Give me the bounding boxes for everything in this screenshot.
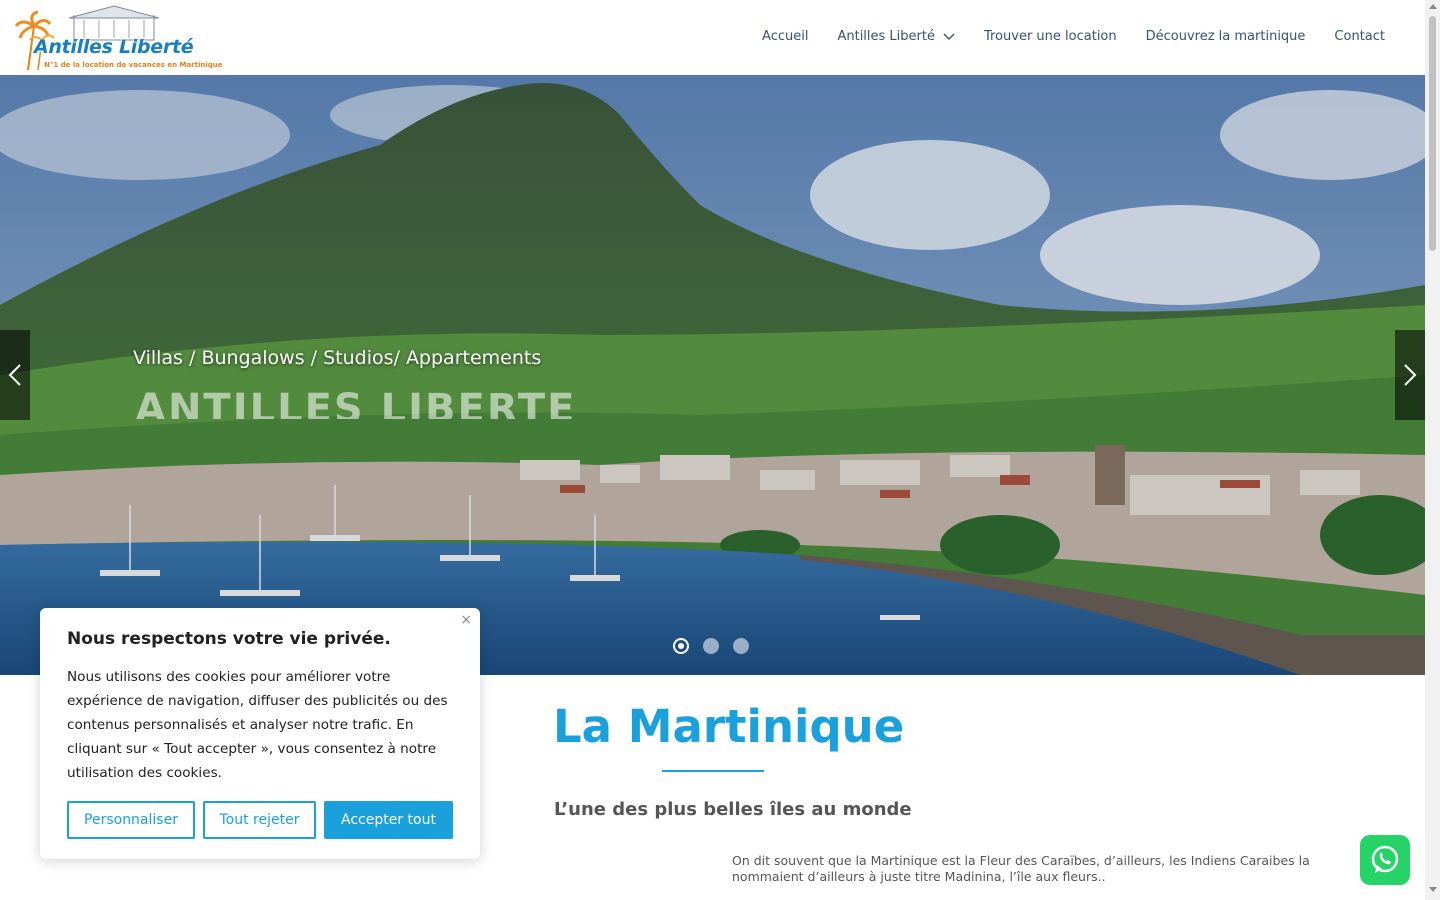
scroll-up-arrow-icon[interactable] — [1429, 4, 1437, 9]
customize-button[interactable]: Personnaliser — [67, 801, 195, 839]
site-header: Antilles Liberté N°1 de la location de v… — [0, 0, 1425, 75]
scroll-thumb[interactable] — [1429, 16, 1436, 251]
nav-item-decouvrez[interactable]: Découvrez la martinique — [1146, 29, 1306, 44]
hero-overlay — [0, 75, 1425, 675]
accept-all-button[interactable]: Accepter tout — [324, 801, 453, 839]
slider-dot-1[interactable] — [673, 638, 689, 654]
nav-item-accueil[interactable]: Accueil — [762, 29, 808, 44]
main-nav: Accueil Antilles Liberté Trouver une loc… — [733, 29, 1385, 44]
chevron-left-icon — [8, 364, 21, 386]
chevron-right-icon — [1404, 364, 1417, 386]
page-scrollbar[interactable] — [1425, 0, 1440, 900]
cookie-title: Nous respectons votre vie privée. — [67, 629, 391, 649]
slider-dots — [673, 638, 763, 654]
site-logo[interactable]: Antilles Liberté N°1 de la location de v… — [14, 4, 223, 72]
scroll-down-arrow-icon[interactable] — [1429, 887, 1437, 892]
section-subtitle: L’une des plus belles îles au monde — [554, 799, 912, 820]
hero-subtitle: Villas / Bungalows / Studios/ Appartemen… — [133, 347, 542, 369]
whatsapp-button[interactable] — [1360, 835, 1410, 885]
slider-dot-3[interactable] — [733, 638, 749, 654]
whatsapp-icon — [1371, 845, 1399, 873]
hero-slider: Villas / Bungalows / Studios/ Appartemen… — [0, 75, 1425, 675]
nav-item-antilles-liberte[interactable]: Antilles Liberté — [837, 29, 955, 44]
chevron-down-icon — [943, 33, 955, 40]
nav-item-contact[interactable]: Contact — [1334, 29, 1385, 44]
cookie-consent-banner: × Nous respectons votre vie privée. Nous… — [40, 608, 480, 859]
slider-next-button[interactable] — [1395, 330, 1425, 420]
section-body: On dit souvent que la Martinique est la … — [732, 853, 1310, 884]
reject-all-button[interactable]: Tout rejeter — [203, 801, 316, 839]
title-divider — [662, 770, 764, 772]
nav-item-label: Antilles Liberté — [837, 29, 935, 44]
slider-dot-2[interactable] — [703, 638, 719, 654]
close-icon[interactable]: × — [460, 612, 472, 628]
hero-title: ANTILLES LIBERTE — [135, 386, 577, 419]
logo-text: Antilles Liberté — [34, 36, 194, 58]
nav-item-trouver-location[interactable]: Trouver une location — [984, 29, 1117, 44]
cookie-text: Nous utilisons des cookies pour améliore… — [67, 669, 448, 781]
section-title: La Martinique — [553, 700, 905, 753]
slider-prev-button[interactable] — [0, 330, 30, 420]
logo-tagline: N°1 de la location de vacances en Martin… — [44, 61, 223, 69]
